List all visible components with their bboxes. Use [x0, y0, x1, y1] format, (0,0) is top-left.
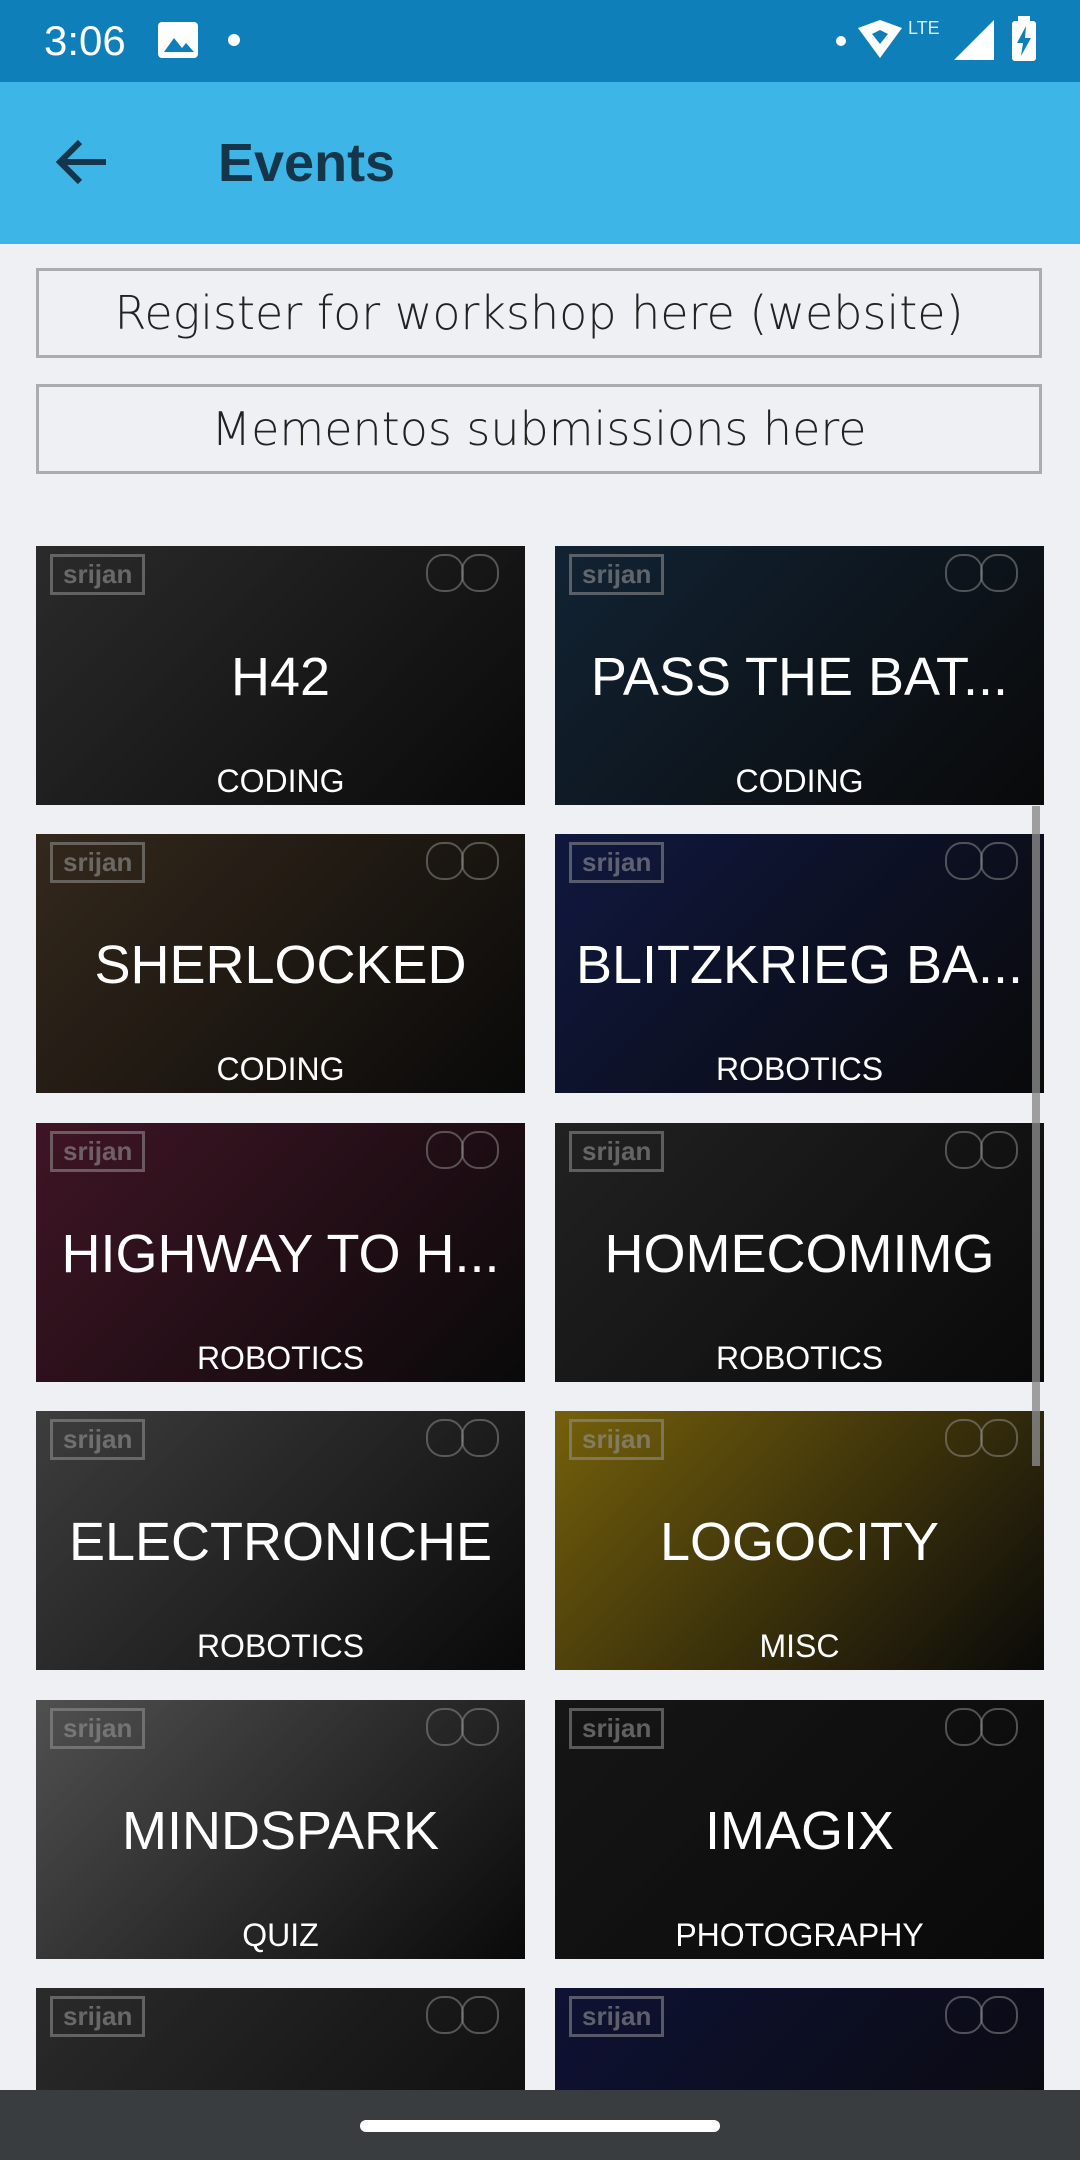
event-name: IMAGIX — [704, 1801, 895, 1861]
cell-signal-icon — [954, 20, 994, 60]
notification-dot-icon — [228, 34, 240, 46]
event-name: MINDSPARK — [121, 1801, 440, 1861]
event-category: ROBOTICS — [715, 1340, 884, 1376]
home-gesture-handle[interactable] — [360, 2120, 720, 2132]
event-category: ROBOTICS — [715, 1051, 884, 1087]
app-bar: Events — [0, 82, 1080, 244]
event-card[interactable]: srijan MINDSPARK QUIZ — [36, 1700, 525, 1959]
event-name: ELECTRONICHE — [68, 1512, 493, 1572]
tile-overlay — [36, 1988, 525, 2092]
event-category: PHOTOGRAPHY — [675, 1917, 924, 1953]
image-notification-icon — [158, 22, 198, 58]
page-title: Events — [218, 133, 396, 193]
battery-charging-icon — [1012, 16, 1036, 61]
event-name: SHERLOCKED — [94, 935, 467, 995]
event-name: HIGHWAY TO H... — [61, 1224, 500, 1284]
event-category: CODING — [735, 763, 864, 799]
status-bar: 3:06 LTE — [0, 0, 1080, 82]
event-card[interactable]: srijan LOGOCITY MISC — [555, 1411, 1044, 1670]
back-arrow-icon[interactable] — [46, 126, 118, 198]
network-type-label: LTE — [908, 18, 940, 38]
event-category: MISC — [759, 1628, 840, 1664]
tile-overlay — [555, 1988, 1044, 2092]
event-card[interactable]: srijan HIGHWAY TO H... ROBOTICS — [36, 1123, 525, 1382]
status-time: 3:06 — [44, 17, 126, 64]
event-category: QUIZ — [242, 1917, 319, 1953]
event-category: ROBOTICS — [196, 1340, 365, 1376]
event-card[interactable]: srijan HOMECOMIMG ROBOTICS — [555, 1123, 1044, 1382]
event-name: HOMECOMIMG — [604, 1224, 995, 1284]
wifi-icon — [858, 20, 902, 58]
event-category: ROBOTICS — [196, 1628, 365, 1664]
event-card[interactable]: srijan H42 CODING — [36, 546, 525, 805]
register-workshop-button[interactable]: Register for workshop here (website) — [36, 268, 1042, 358]
event-name: H42 — [230, 647, 331, 707]
event-name: BLITZKRIEG BA... — [575, 935, 1024, 995]
event-card[interactable]: srijan PASS THE BAT... CODING — [555, 546, 1044, 805]
event-card[interactable]: srijan SHERLOCKED CODING — [36, 834, 525, 1093]
event-card[interactable]: srijan ELECTRONICHE ROBOTICS — [36, 1411, 525, 1670]
mementos-submission-button[interactable]: Mementos submissions here — [36, 384, 1042, 474]
event-card[interactable]: srijan — [36, 1988, 525, 2092]
scrollbar[interactable] — [1032, 806, 1040, 1466]
status-dot-icon — [836, 36, 846, 46]
navigation-bar — [0, 2090, 1080, 2160]
event-card[interactable]: srijan — [555, 1988, 1044, 2092]
events-grid: srijan H42 CODING srijan PASS THE BAT... CODI… — [36, 546, 1044, 2092]
event-name: LOGOCITY — [659, 1512, 940, 1572]
event-card[interactable]: srijan IMAGIX PHOTOGRAPHY — [555, 1700, 1044, 1959]
event-category: CODING — [216, 1051, 345, 1087]
event-name: PASS THE BAT... — [590, 647, 1009, 707]
event-category: CODING — [216, 763, 345, 799]
event-card[interactable]: srijan BLITZKRIEG BA... ROBOTICS — [555, 834, 1044, 1093]
